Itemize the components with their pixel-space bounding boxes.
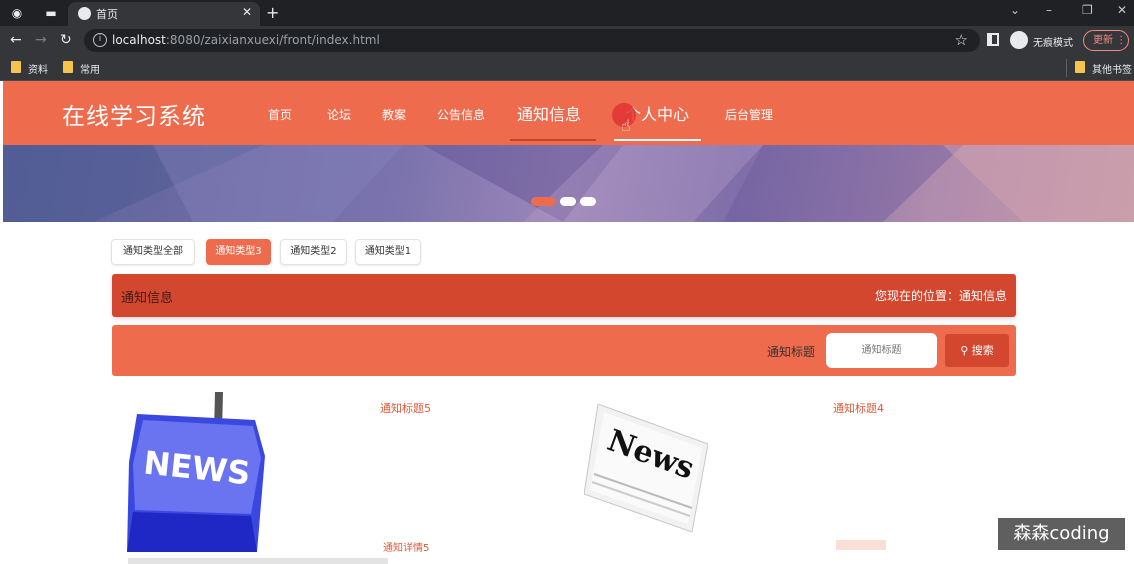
nav-announcements[interactable]: 公告信息 <box>437 106 485 123</box>
hover-nav-underline <box>614 139 701 141</box>
other-bookmarks[interactable]: 其他书签 <box>1092 61 1132 76</box>
bookmark-folder-changyong[interactable]: 常用 <box>80 61 100 76</box>
folder-icon <box>11 61 21 73</box>
bookmarks-divider <box>1066 59 1067 77</box>
newspaper-image[interactable]: News <box>584 404 708 532</box>
filter-chip-type2[interactable]: 通知类型2 <box>280 239 347 265</box>
nav-admin[interactable]: 后台管理 <box>725 106 773 123</box>
news-key-image[interactable]: NEWS <box>127 392 265 552</box>
incognito-icon[interactable] <box>1010 31 1028 49</box>
address-toolbar: ← → ↻ i localhost:8080/zaixianxuexi/fron… <box>0 26 1134 55</box>
filter-chip-all[interactable]: 通知类型全部 <box>111 239 195 265</box>
reload-icon[interactable]: ↻ <box>60 32 72 48</box>
browser-tab-strip: ◉ ▬ 首页 ✕ + ⌄ – ❐ ✕ <box>0 0 1134 26</box>
back-icon[interactable]: ← <box>10 32 22 48</box>
breadcrumb: 您现在的位置：通知信息 <box>874 289 1007 303</box>
side-panel-icon[interactable] <box>987 33 999 46</box>
folder-icon <box>63 61 73 73</box>
bookmark-star-icon[interactable]: ☆ <box>955 31 968 49</box>
carousel-dot[interactable] <box>580 197 596 206</box>
chevron-down-icon[interactable]: ⌄ <box>1010 3 1020 17</box>
tab-title: 首页 <box>96 8 118 21</box>
breadcrumb-bar: 通知信息 您现在的位置：通知信息 <box>112 274 1016 317</box>
search-bar: 通知标题 ⚲ 搜索 <box>112 325 1016 376</box>
minimize-icon[interactable]: – <box>1046 3 1052 17</box>
filter-chip-type1[interactable]: 通知类型1 <box>355 239 421 265</box>
carousel-dot-active[interactable] <box>531 197 556 206</box>
globe-favicon-icon <box>78 7 91 20</box>
nav-notices[interactable]: 通知信息 <box>517 101 581 125</box>
notice-detail-5[interactable]: 通知详情5 <box>383 539 429 554</box>
browser-tab[interactable]: 首页 ✕ <box>68 2 260 26</box>
notice-title-5[interactable]: 通知标题5 <box>380 400 431 416</box>
close-window-icon[interactable]: ✕ <box>1117 3 1127 17</box>
notice-title-4[interactable]: 通知标题4 <box>833 400 884 416</box>
folder-icon <box>1075 61 1085 73</box>
url-text[interactable]: localhost:8080/zaixianxuexi/front/index.… <box>112 33 380 47</box>
next-row-preview <box>128 558 388 564</box>
address-bar[interactable]: i localhost:8080/zaixianxuexi/front/inde… <box>84 29 980 52</box>
search-input[interactable] <box>826 333 937 368</box>
search-label: 通知标题 <box>767 345 816 359</box>
blurred-detail-preview <box>836 540 886 550</box>
nav-forum[interactable]: 论坛 <box>327 106 351 123</box>
page-title: 通知信息 <box>121 291 174 306</box>
window-icon[interactable]: ▬ <box>42 4 60 22</box>
banner-polygon-art <box>3 145 1134 222</box>
filter-chip-type3[interactable]: 通知类型3 <box>206 239 271 265</box>
nav-lesson-plans[interactable]: 教案 <box>382 106 406 123</box>
forward-icon[interactable]: → <box>35 32 47 48</box>
watermark: 森森coding <box>998 518 1125 550</box>
bookmark-folder-ziliao[interactable]: 资料 <box>28 61 48 76</box>
new-tab-icon[interactable]: + <box>266 3 279 22</box>
nav-home[interactable]: 首页 <box>268 106 292 123</box>
site-logo[interactable]: 在线学习系统 <box>62 97 206 131</box>
carousel-dot[interactable] <box>560 197 576 206</box>
incognito-label[interactable]: 无痕模式 <box>1033 34 1073 49</box>
site-header: 在线学习系统 首页 论坛 教案 公告信息 通知信息 个人中心 后台管理 <box>3 81 1134 145</box>
hand-cursor-icon: ☝ <box>621 116 631 135</box>
banner-carousel[interactable] <box>3 145 1134 222</box>
search-button[interactable]: ⚲ 搜索 <box>945 334 1009 367</box>
update-button[interactable]: 更新 ⋮ <box>1083 30 1129 51</box>
info-icon[interactable]: i <box>93 33 107 47</box>
active-nav-underline <box>510 139 596 141</box>
close-tab-icon[interactable]: ✕ <box>242 5 252 19</box>
bookmarks-bar: 资料 常用 其他书签 <box>0 55 1134 81</box>
search-icon: ⚲ <box>960 344 969 357</box>
globe-icon[interactable]: ◉ <box>8 4 26 22</box>
restore-icon[interactable]: ❐ <box>1082 3 1093 17</box>
